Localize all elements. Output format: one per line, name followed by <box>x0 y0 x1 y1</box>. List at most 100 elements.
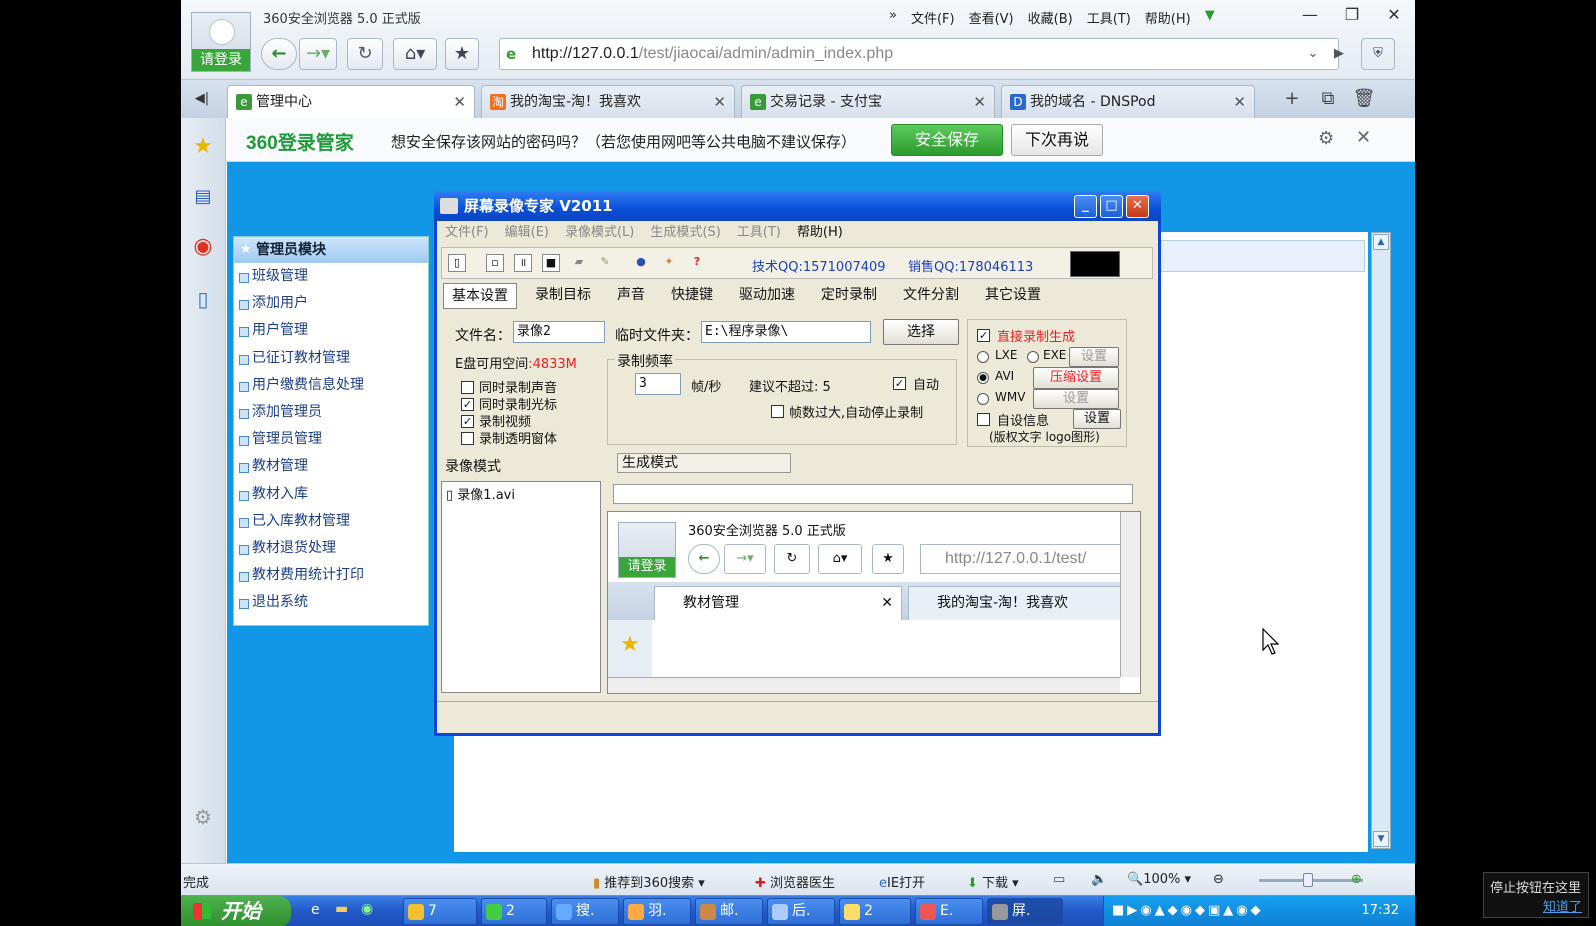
sidebar-toggle-icon[interactable]: ◀| <box>187 86 217 112</box>
record-video-checkbox[interactable]: ✓ <box>461 415 474 428</box>
restore-button[interactable]: ❐ <box>1331 0 1373 30</box>
minimize-button[interactable]: — <box>1289 0 1331 30</box>
new-file-icon[interactable]: ▯ <box>448 254 466 272</box>
menu-item-user-manage[interactable]: 用户管理 <box>234 317 428 344</box>
rtab-split[interactable]: 文件分割 <box>895 283 967 309</box>
menu-item-logout[interactable]: 退出系统 <box>234 589 428 616</box>
taskbar-item-e[interactable]: E. <box>915 898 983 925</box>
recorder-maximize-button[interactable]: □ <box>1100 195 1123 218</box>
recommend-360-search[interactable]: ▮ 推荐到360搜索 ▾ <box>593 872 705 891</box>
help-icon[interactable]: ? <box>688 254 706 272</box>
rtab-hotkey[interactable]: 快捷键 <box>663 283 721 309</box>
list-item[interactable]: ▯ 录像1.avi <box>442 482 600 505</box>
avi-radio[interactable]: ● <box>977 372 989 384</box>
record-icon[interactable]: ▫ <box>486 254 504 272</box>
rmenu-edit[interactable]: 编辑(E) <box>497 221 557 245</box>
favorites-star-icon[interactable]: ★ <box>186 130 220 164</box>
compress-setting-button[interactable]: 压缩设置 <box>1033 367 1119 389</box>
preview-hscroll[interactable] <box>608 677 1120 693</box>
menu-item-payments[interactable]: 用户缴费信息处理 <box>234 372 428 399</box>
ie-open[interactable]: eIE打开 <box>879 872 925 891</box>
tab-close-icon[interactable]: ✕ <box>1233 86 1246 118</box>
taskbar-item-search[interactable]: 搜. <box>551 898 619 925</box>
scroll-down-icon[interactable]: ▼ <box>1373 831 1389 847</box>
menu-item-books[interactable]: 教材管理 <box>234 453 428 480</box>
address-text[interactable]: http://127.0.0.1/test/jiaocai/admin/admi… <box>532 45 893 63</box>
rtab-target[interactable]: 录制目标 <box>527 283 599 309</box>
lxe-setting-button[interactable]: 设置 <box>1069 347 1119 367</box>
settings-gear-icon[interactable]: ⚙ <box>186 800 220 834</box>
menu-item-ordered-books[interactable]: 已征订教材管理 <box>234 345 428 372</box>
direct-gen-checkbox[interactable]: ✓ <box>977 329 990 342</box>
zoom-in-icon[interactable]: ⊕ <box>1351 872 1362 887</box>
wmv-radio[interactable] <box>977 393 989 405</box>
rmenu-record-mode[interactable]: 录像模式(L) <box>557 221 642 245</box>
home-button[interactable]: ⌂▾ <box>393 38 437 70</box>
gen-mode-header[interactable]: 生成模式 <box>617 453 791 473</box>
rtab-driver[interactable]: 驱动加速 <box>731 283 803 309</box>
login-button[interactable]: 请登录 <box>192 49 250 71</box>
tech-qq[interactable]: 技术QQ:1571007409 <box>752 256 886 275</box>
taskbar-item-browser[interactable]: 2 <box>481 898 547 925</box>
wmv-setting-button[interactable]: 设置 <box>1033 389 1119 409</box>
bar-settings-icon[interactable]: ⚙ <box>1318 128 1334 149</box>
zoom-slider-handle[interactable] <box>1303 873 1313 887</box>
recorder-close-button[interactable]: ✕ <box>1126 195 1149 218</box>
zoom-out-icon[interactable]: ⊖ <box>1213 872 1224 887</box>
menu-help[interactable]: 帮助(H) <box>1145 8 1191 27</box>
menu-favorites[interactable]: 收藏(B) <box>1028 8 1073 27</box>
later-button[interactable]: 下次再说 <box>1011 124 1103 156</box>
stop-icon[interactable]: ■ <box>542 254 560 272</box>
user-avatar[interactable]: 请登录 <box>191 12 251 72</box>
quicklaunch-folder-icon[interactable]: ▬ <box>335 901 348 917</box>
choose-button[interactable]: 选择 <box>883 319 959 345</box>
camera-icon[interactable]: ▰ <box>570 254 588 272</box>
new-tab-icon[interactable]: + <box>1277 86 1307 112</box>
frequency-input[interactable]: 3 <box>635 373 681 395</box>
preview-vscroll[interactable] <box>1120 512 1140 677</box>
taskbar-item-yu[interactable]: 羽. <box>623 898 691 925</box>
custom-info-checkbox[interactable] <box>977 413 990 426</box>
download-button[interactable]: ⬇ 下载 ▾ <box>967 872 1019 891</box>
rtab-sound[interactable]: 声音 <box>609 283 653 309</box>
start-button[interactable]: 开始 <box>181 896 291 926</box>
rtab-other[interactable]: 其它设置 <box>977 283 1049 309</box>
recorder-minimize-button[interactable]: _ <box>1074 195 1097 218</box>
exe-radio[interactable] <box>1027 351 1039 363</box>
tab-close-icon[interactable]: ✕ <box>453 86 466 118</box>
zoom-control[interactable]: 🔍100% ▾ <box>1127 872 1191 887</box>
tab-dnspod[interactable]: D 我的域名 - DNSPod ✕ <box>1001 85 1255 118</box>
volume-icon[interactable]: 🔈 <box>1091 872 1107 887</box>
weibo-icon[interactable]: ◉ <box>186 230 220 264</box>
page-scrollbar[interactable]: ▲ ▼ <box>1371 232 1391 849</box>
lxe-radio[interactable] <box>977 351 989 363</box>
browser-doctor[interactable]: ✚ 浏览器医生 <box>755 872 835 891</box>
menu-item-add-user[interactable]: 添加用户 <box>234 290 428 317</box>
taskbar-item-qq[interactable]: 7 <box>403 898 477 925</box>
address-bar[interactable]: e http://127.0.0.1/test/jiaocai/admin/ad… <box>499 38 1339 70</box>
sales-qq[interactable]: 销售QQ:178046113 <box>908 256 1033 275</box>
quicklaunch-360-icon[interactable]: ◉ <box>361 901 373 917</box>
trash-icon[interactable]: 🗑 <box>1349 86 1379 112</box>
tray-icons[interactable]: ■▶◉▲◆◉◆▣▲◉◆ <box>1112 903 1264 918</box>
rmenu-gen-mode[interactable]: 生成模式(S) <box>642 221 728 245</box>
taskbar-item-mail[interactable]: 邮. <box>695 898 763 925</box>
taskbar-item-folder[interactable]: 2 <box>839 898 911 925</box>
filename-input[interactable]: 录像2 <box>513 321 605 343</box>
pause-icon[interactable]: ॥ <box>514 254 532 272</box>
record-cursor-checkbox[interactable]: ✓ <box>461 398 474 411</box>
tempdir-input[interactable]: E:\程序录像\ <box>701 321 871 343</box>
quicklaunch-ie-icon[interactable]: e <box>311 902 320 918</box>
auto-checkbox[interactable]: ✓ <box>893 377 906 390</box>
got-it-link[interactable]: 知道了 <box>1490 896 1582 915</box>
menu-item-class[interactable]: 班级管理 <box>234 263 428 290</box>
rtab-basic[interactable]: 基本设置 <box>443 283 517 309</box>
tab-close-icon[interactable]: ✕ <box>713 86 726 118</box>
scroll-up-icon[interactable]: ▲ <box>1373 234 1389 250</box>
mobile-icon[interactable]: ▯ <box>186 282 220 316</box>
globe-icon[interactable]: ● <box>632 254 650 272</box>
address-dropdown-icon[interactable]: ⌄ <box>1301 38 1325 70</box>
auto-stop-checkbox[interactable] <box>771 405 784 418</box>
menu-item-returns[interactable]: 教材退货处理 <box>234 535 428 562</box>
record-sound-checkbox[interactable] <box>461 381 474 394</box>
